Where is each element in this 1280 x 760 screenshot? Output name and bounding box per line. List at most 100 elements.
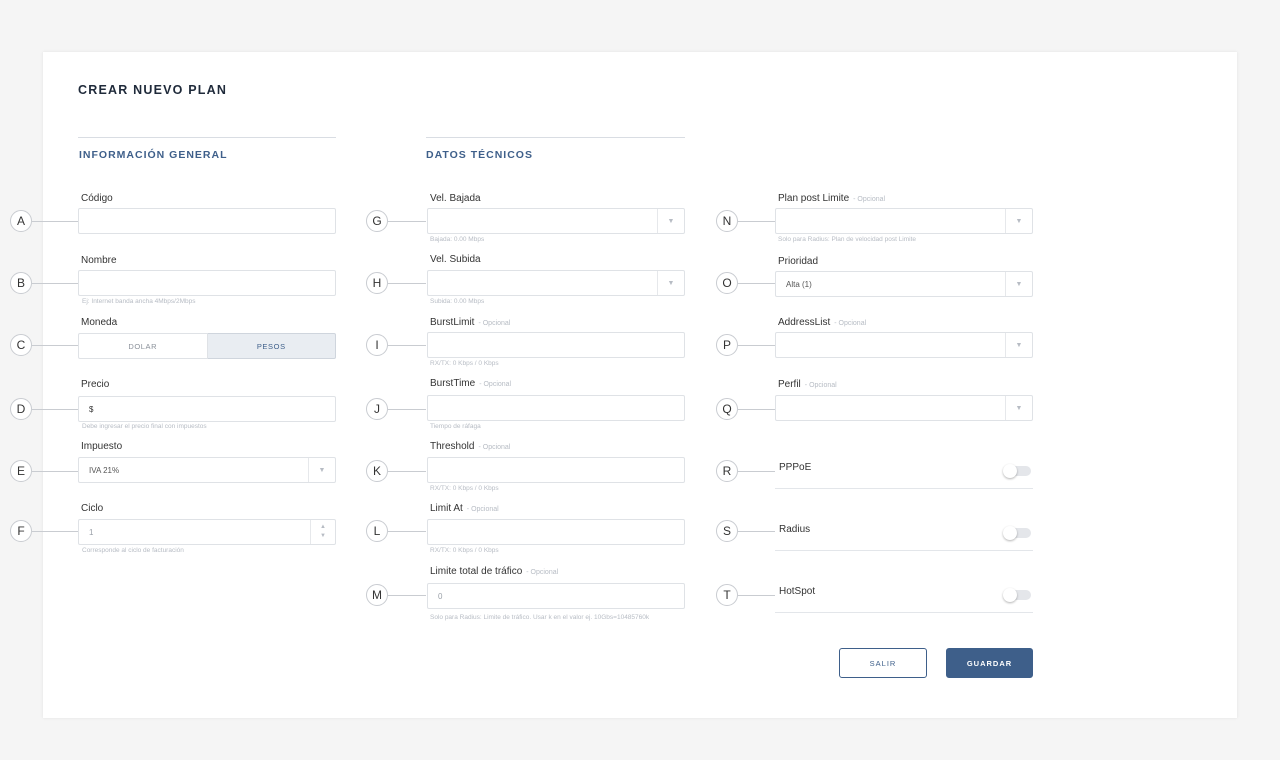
optional-tag: - Opcional <box>479 381 512 388</box>
burst-time-label: BurstTime - Opcional <box>430 378 511 389</box>
toggle-knob <box>1003 588 1017 602</box>
precio-input[interactable]: $ <box>78 396 336 422</box>
connector-line <box>388 221 426 222</box>
optional-tag: - Opcional <box>834 320 867 327</box>
connector-line <box>388 595 426 596</box>
marker-h: H <box>366 272 388 294</box>
plan-post-label: Plan post Limite - Opcional <box>778 193 885 204</box>
chevron-down-icon: ▼ <box>657 209 684 233</box>
perfil-label: Perfil - Opcional <box>778 379 837 390</box>
prioridad-select[interactable]: Alta (1) ▼ <box>775 271 1033 297</box>
toggle-knob <box>1003 526 1017 540</box>
moneda-option-dolar[interactable]: DOLAR <box>78 333 208 359</box>
marker-d: D <box>10 398 32 420</box>
marker-o: O <box>716 272 738 294</box>
optional-tag: - Opcional <box>804 382 837 389</box>
impuesto-value: IVA 21% <box>89 465 120 475</box>
moneda-option-pesos[interactable]: PESOS <box>207 333 336 359</box>
nombre-input[interactable] <box>78 270 336 296</box>
optional-tag: - Opcional <box>853 196 886 203</box>
marker-s: S <box>716 520 738 542</box>
ciclo-input[interactable]: 1 ▲ ▼ <box>78 519 336 545</box>
limite-total-value: 0 <box>438 591 443 601</box>
limit-at-label-text: Limit At <box>430 503 463 514</box>
pppoe-toggle[interactable] <box>1003 464 1031 478</box>
connector-line <box>32 409 78 410</box>
limit-at-input[interactable] <box>427 519 685 545</box>
nombre-hint: Ej: Internet banda ancha 4Mbps/2Mbps <box>82 298 196 305</box>
hotspot-row: HotSpot <box>775 582 1033 613</box>
connector-line <box>738 283 775 284</box>
connector-line <box>738 471 775 472</box>
exit-button[interactable]: SALIR <box>839 648 927 678</box>
burst-limit-input[interactable] <box>427 332 685 358</box>
prioridad-label: Prioridad <box>778 256 819 267</box>
precio-hint: Debe ingresar el precio final con impues… <box>82 423 207 430</box>
limite-total-label-text: Limite total de tráfico <box>430 566 523 577</box>
burst-limit-label: BurstLimit - Opcional <box>430 317 510 328</box>
burst-time-hint: Tiempo de ráfaga <box>430 423 481 430</box>
chevron-down-icon: ▼ <box>657 271 684 295</box>
optional-tag: - Opcional <box>478 320 511 327</box>
marker-q: Q <box>716 398 738 420</box>
burst-limit-hint: RX/TX: 0 Kbps / 0 Kbps <box>430 360 499 367</box>
plan-post-select[interactable]: ▼ <box>775 208 1033 234</box>
prioridad-value: Alta (1) <box>786 279 812 289</box>
codigo-input[interactable] <box>78 208 336 234</box>
optional-tag: - Opcional <box>478 444 511 451</box>
stepper-down-icon[interactable]: ▼ <box>320 532 326 541</box>
moneda-label: Moneda <box>81 317 118 328</box>
connector-line <box>388 345 426 346</box>
perfil-select[interactable]: ▼ <box>775 395 1033 421</box>
plan-post-hint: Solo para Radius: Plan de velocidad post… <box>778 236 917 243</box>
hotspot-label: HotSpot <box>779 586 816 597</box>
stepper-up-icon[interactable]: ▲ <box>320 523 326 532</box>
burst-limit-label-text: BurstLimit <box>430 317 475 328</box>
radius-toggle[interactable] <box>1003 526 1031 540</box>
vel-bajada-hint: Bajada: 0.00 Mbps <box>430 236 485 243</box>
marker-a: A <box>10 210 32 232</box>
codigo-label: Código <box>81 193 113 204</box>
marker-k: K <box>366 460 388 482</box>
address-list-select[interactable]: ▼ <box>775 332 1033 358</box>
hotspot-toggle[interactable] <box>1003 588 1031 602</box>
optional-tag: - Opcional <box>526 569 559 576</box>
vel-subida-hint: Subida: 0.00 Mbps <box>430 298 485 305</box>
marker-c: C <box>10 334 32 356</box>
burst-time-input[interactable] <box>427 395 685 421</box>
toggle-knob <box>1003 464 1017 478</box>
number-stepper[interactable]: ▲ ▼ <box>310 520 335 544</box>
precio-value: $ <box>89 404 94 414</box>
threshold-label-text: Threshold <box>430 441 475 452</box>
threshold-input[interactable] <box>427 457 685 483</box>
chevron-down-icon: ▼ <box>1005 272 1032 296</box>
vel-subida-select[interactable]: ▼ <box>427 270 685 296</box>
ciclo-value: 1 <box>89 527 94 537</box>
marker-t: T <box>716 584 738 606</box>
impuesto-select[interactable]: IVA 21% ▼ <box>78 457 336 483</box>
nombre-label: Nombre <box>81 255 117 266</box>
perfil-label-text: Perfil <box>778 379 801 390</box>
marker-g: G <box>366 210 388 232</box>
chevron-down-icon: ▼ <box>308 458 335 482</box>
marker-n: N <box>716 210 738 232</box>
marker-r: R <box>716 460 738 482</box>
limit-at-hint: RX/TX: 0 Kbps / 0 Kbps <box>430 547 499 554</box>
address-list-label-text: AddressList <box>778 317 831 328</box>
vel-subida-label: Vel. Subida <box>430 254 481 265</box>
connector-line <box>738 531 775 532</box>
connector-line <box>388 531 426 532</box>
marker-p: P <box>716 334 738 356</box>
section-title-technical: DATOS TÉCNICOS <box>426 149 533 161</box>
section-title-general: INFORMACIÓN GENERAL <box>79 149 228 161</box>
marker-i: I <box>366 334 388 356</box>
save-button[interactable]: GUARDAR <box>946 648 1033 678</box>
connector-line <box>32 221 78 222</box>
vel-bajada-label: Vel. Bajada <box>430 193 481 204</box>
marker-m: M <box>366 584 388 606</box>
vel-bajada-select[interactable]: ▼ <box>427 208 685 234</box>
marker-e: E <box>10 460 32 482</box>
marker-l: L <box>366 520 388 542</box>
limite-total-input[interactable]: 0 <box>427 583 685 609</box>
threshold-label: Threshold - Opcional <box>430 441 510 452</box>
